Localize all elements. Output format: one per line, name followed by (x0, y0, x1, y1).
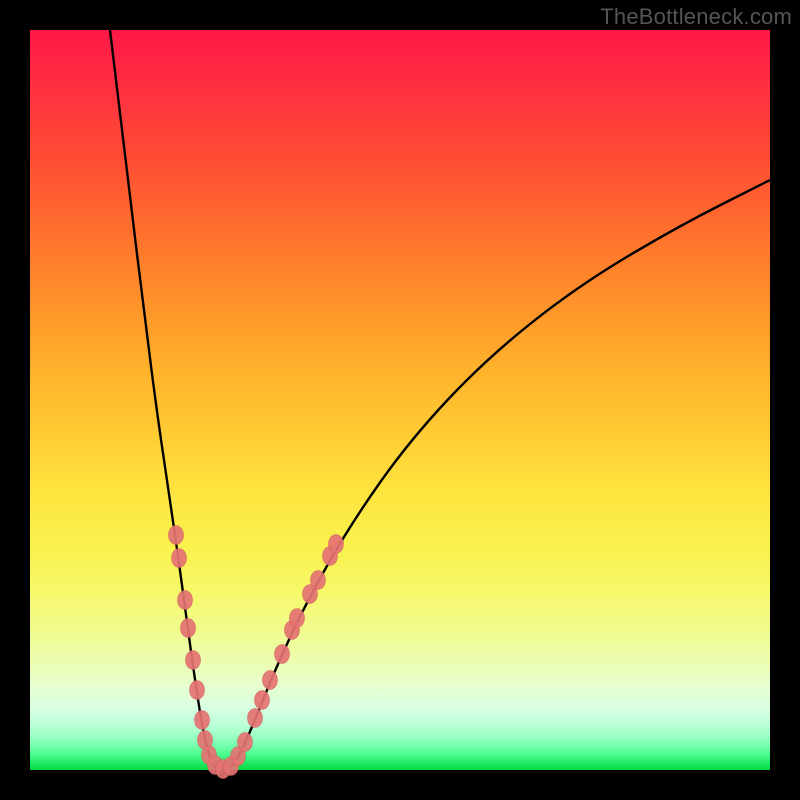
chart-frame: TheBottleneck.com (0, 0, 800, 800)
sample-marker (169, 526, 184, 545)
sample-marker (181, 619, 196, 638)
sample-marker (248, 709, 263, 728)
sample-marker (255, 691, 270, 710)
sample-marker (172, 549, 187, 568)
sample-marker (263, 671, 278, 690)
plot-area (30, 30, 770, 770)
sample-marker (290, 609, 305, 628)
bottleneck-curve (110, 30, 770, 770)
sample-marker (275, 645, 290, 664)
sample-marker (186, 651, 201, 670)
sample-markers-group (169, 526, 344, 779)
sample-marker (311, 571, 326, 590)
sample-marker (190, 681, 205, 700)
watermark-text: TheBottleneck.com (600, 4, 792, 30)
sample-marker (238, 733, 253, 752)
curve-layer (30, 30, 770, 770)
sample-marker (329, 535, 344, 554)
sample-marker (195, 711, 210, 730)
sample-marker (178, 591, 193, 610)
